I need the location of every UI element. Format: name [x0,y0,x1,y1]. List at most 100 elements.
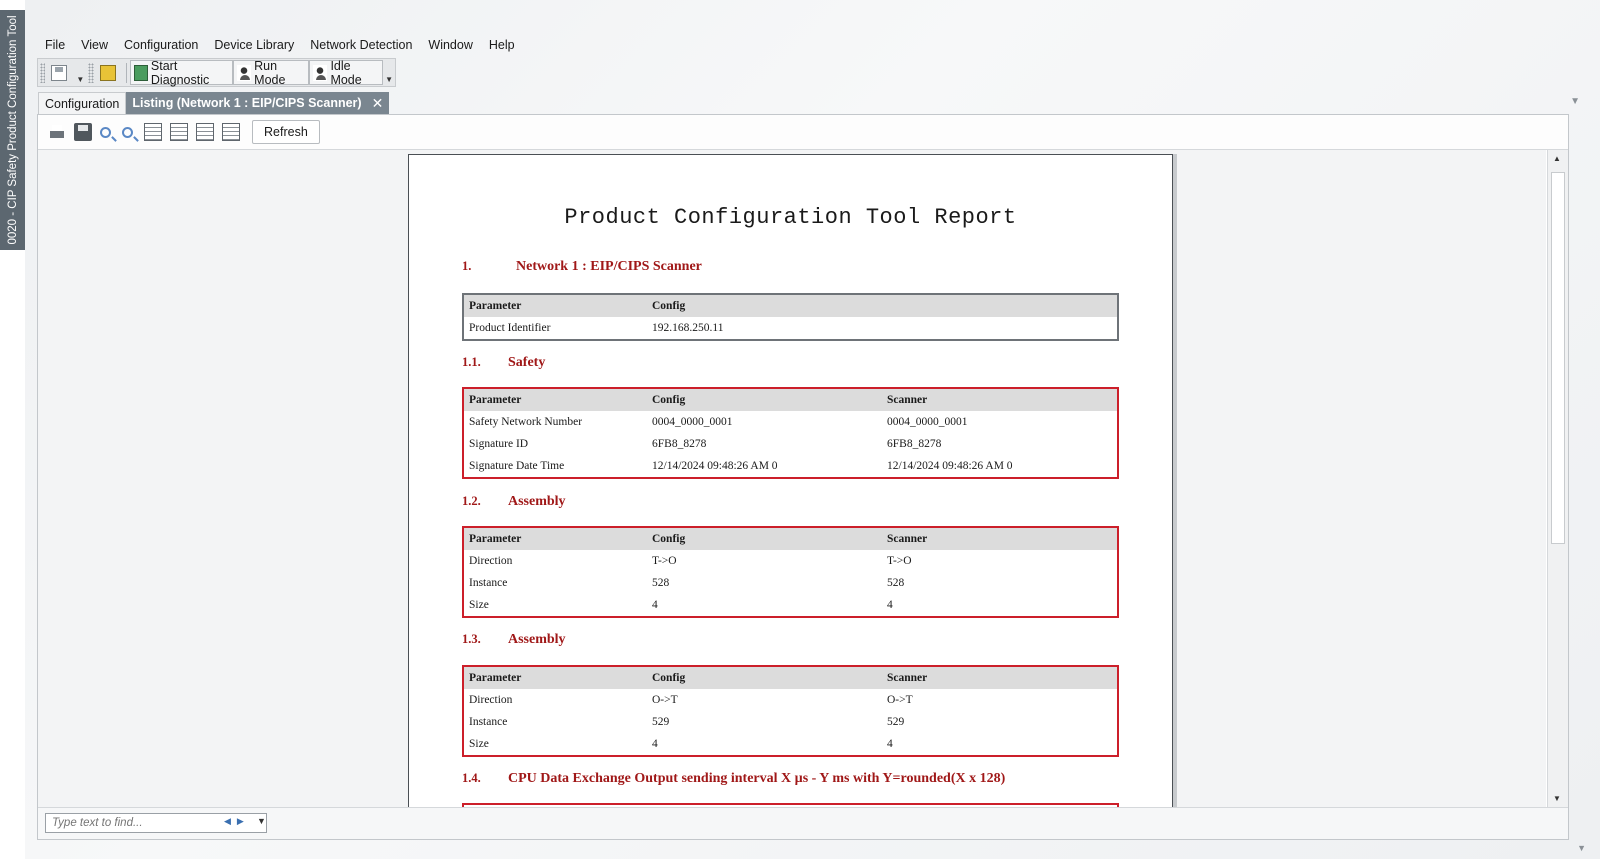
start-diagnostic-button[interactable]: Start Diagnostic [129,59,233,87]
tab-configuration[interactable]: Configuration [38,92,127,115]
side-tab-label: 0020 - CIP Safety Product Configuration … [6,15,19,245]
find-next-icon[interactable]: ▶ [237,816,244,826]
section-title: Network 1 : EIP/CIPS Scanner [516,259,702,274]
refresh-button[interactable]: Refresh [252,120,320,144]
table-header-cell: Parameter [469,300,522,312]
toolbar-overflow-icon[interactable]: ▼ [76,75,84,86]
single-page-icon[interactable] [196,123,214,141]
tab-listing[interactable]: Listing (Network 1 : EIP/CIPS Scanner) ✕ [126,92,390,114]
toolbar-grip[interactable] [88,62,94,83]
print-icon[interactable] [48,122,66,142]
section-number: 1.2. [462,494,481,508]
table-row: Signature ID 6FB8_8278 6FB8_8278 [464,433,1117,455]
table-cell: 529 [652,716,670,728]
section-number: 1. [462,259,472,273]
zoom-out-icon[interactable] [122,126,133,138]
diagnostic-icon [133,64,148,81]
idle-mode-button[interactable]: Idle Mode [309,58,384,87]
section-title: Assembly [508,632,566,647]
main-toolbar: ▼ Start Diagnostic Run Mode Idle Mode ▼ [37,58,396,87]
section-title: CPU Data Exchange Output sending interva… [508,771,1006,786]
report-page: Product Configuration Tool Report 1. Net… [408,154,1173,807]
table-header-cell: Config [652,533,686,545]
table-cell: 528 [652,577,670,589]
table-header-cell: Parameter [469,672,522,684]
table-cell: 0004_0000_0001 [887,416,968,428]
find-navigation: ◀ ▶ [224,816,250,827]
idle-mode-label: Idle Mode [330,58,362,87]
report-viewer[interactable]: Product Configuration Tool Report 1. Net… [38,150,1546,807]
section-heading: 1. Network 1 : EIP/CIPS Scanner [462,259,702,275]
table-cell: Safety Network Number [469,416,583,428]
zoom-in-icon[interactable] [100,126,111,138]
report-button[interactable] [96,60,123,85]
side-document-tab[interactable]: 0020 - CIP Safety Product Configuration … [0,10,25,250]
table-header-row: Parameter Config Scanner [464,528,1117,550]
section-heading: 1.4. CPU Data Exchange Output sending in… [462,771,1005,787]
run-mode-icon [236,64,252,81]
table-header-cell: Config [652,672,686,684]
section-heading: 1.3. Assembly [462,632,566,648]
section-heading: 1.2. Assembly [462,494,566,510]
menu-window[interactable]: Window [420,36,480,56]
table-cell: 12/14/2024 09:48:26 AM 0 [887,460,1013,472]
table-header-row: Parameter Config Scanner [464,389,1117,411]
tab-list-dropdown-icon[interactable]: ▼ [1570,96,1580,107]
page-width-icon[interactable] [170,123,188,141]
find-options-dropdown-icon[interactable]: ▼ [257,816,266,826]
table-row: Size 4 4 [464,594,1117,616]
section-heading: 1.1. Safety [462,355,545,371]
menu-device-library[interactable]: Device Library [206,36,302,56]
panel-options-icon[interactable]: ▼ [1577,843,1586,853]
table-row: Direction O->T O->T [464,689,1117,711]
section-number: 1.4. [462,771,481,785]
toolbar-overflow-icon[interactable]: ▼ [385,75,393,86]
section-title: Safety [508,355,546,370]
menu-network-detection[interactable]: Network Detection [302,36,420,56]
close-tab-icon[interactable]: ✕ [372,92,384,114]
whole-page-icon[interactable] [144,123,162,141]
table-cell: Direction [469,694,513,706]
assembly-table-1: Parameter Config Scanner Direction T->O … [462,526,1119,618]
table-cell: T->O [887,555,912,567]
table-cell: 4 [887,738,893,750]
run-mode-button[interactable]: Run Mode [232,58,310,87]
vertical-scrollbar[interactable]: ▲ ▼ [1547,150,1568,807]
table-row: Instance 529 529 [464,711,1117,733]
table-row: Product Identifier 192.168.250.11 [464,317,1117,339]
table-row: Safety Network Number 0004_0000_0001 000… [464,411,1117,433]
table-cell: Signature ID [469,438,529,450]
table-header-row: Parameter Config [464,295,1117,317]
table-cell: 12/14/2024 09:48:26 AM 0 [652,460,778,472]
table-cell: Size [469,738,489,750]
document-tabs: Configuration Listing (Network 1 : EIP/C… [38,92,390,115]
table-header-cell: Config [652,394,686,406]
menu-file[interactable]: File [37,36,73,56]
safety-table: Parameter Config Scanner Safety Network … [462,387,1119,479]
report-icon [99,64,116,81]
menu-configuration[interactable]: Configuration [116,36,206,56]
run-mode-label: Run Mode [254,58,286,87]
tab-listing-label: Listing (Network 1 : EIP/CIPS Scanner) [132,96,362,110]
scroll-thumb[interactable] [1551,172,1565,544]
find-previous-icon[interactable]: ◀ [224,816,231,826]
section-number: 1.3. [462,632,481,646]
toolbar-grip[interactable] [40,62,46,83]
menu-help[interactable]: Help [481,36,523,56]
table-row: Instance 528 528 [464,572,1117,594]
table-cell: 529 [887,716,905,728]
report-title: Product Configuration Tool Report [564,205,1017,230]
report-toolbar: Refresh [38,115,1568,150]
table-row: Direction T->O T->O [464,550,1117,572]
table-cell: Signature Date Time [469,460,565,472]
save-report-icon[interactable] [74,123,92,141]
table-cell: Instance [469,577,508,589]
table-cell: Size [469,599,489,611]
scroll-down-icon[interactable]: ▼ [1553,794,1561,803]
menu-view[interactable]: View [73,36,116,56]
two-pages-icon[interactable] [222,123,240,141]
table-header-cell: Parameter [469,394,522,406]
table-cell: 4 [652,738,658,750]
scroll-up-icon[interactable]: ▲ [1553,154,1561,163]
save-button[interactable] [47,60,74,85]
